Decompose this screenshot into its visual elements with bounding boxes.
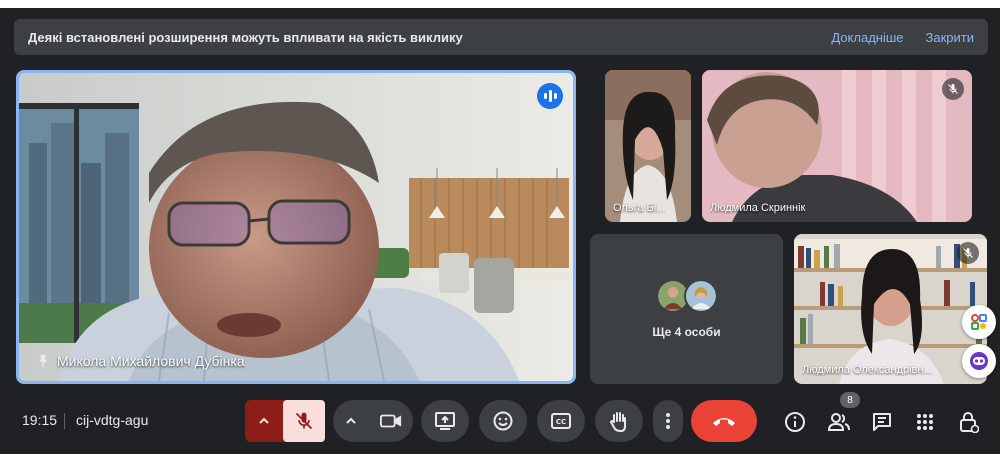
apps-grid-icon — [917, 414, 933, 430]
mic-off-icon — [295, 412, 313, 430]
raise-hand-icon — [609, 412, 626, 432]
chat-button[interactable] — [868, 408, 896, 436]
camera-toggle-button[interactable] — [369, 400, 413, 442]
emoji-icon — [493, 411, 513, 431]
present-screen-button[interactable] — [421, 400, 469, 442]
captions-button[interactable]: CC — [537, 400, 585, 442]
participant-tile-olga[interactable]: Ольга Бі... — [605, 70, 691, 222]
participant-tile-lyudmyla-oleksandrivna[interactable]: Людмила Олександрівн... — [794, 234, 987, 384]
others-avatars — [655, 279, 718, 313]
participant-count-badge: 8 — [840, 392, 860, 408]
camera-options-button[interactable] — [333, 400, 369, 442]
emoji-reaction-button[interactable] — [479, 400, 527, 442]
audio-level-icon — [537, 83, 563, 109]
host-controls-button[interactable] — [955, 408, 983, 436]
activities-button[interactable] — [911, 408, 939, 436]
chevron-up-icon — [346, 417, 356, 424]
chevron-up-icon — [259, 417, 269, 424]
mic-off-icon — [942, 78, 964, 100]
mic-options-button[interactable] — [245, 400, 283, 442]
extensions-warning-banner: Деякі встановлені розширення можуть впли… — [14, 19, 988, 55]
more-participants-tile[interactable]: Ще 4 особи — [590, 234, 783, 384]
extension-grid-icon[interactable] — [962, 305, 996, 339]
participant-name-lyudmyla-oleksandrivna: Людмила Олександрівн... — [802, 364, 933, 376]
top-strip — [0, 0, 1000, 8]
pin-icon — [39, 355, 47, 367]
assistant-bot-icon[interactable] — [962, 344, 996, 378]
more-participants-label: Ще 4 особи — [652, 325, 721, 339]
people-button[interactable] — [825, 408, 853, 436]
banner-details-link[interactable]: Докладніше — [831, 30, 903, 45]
call-end-icon — [713, 418, 735, 426]
present-screen-icon — [435, 412, 455, 430]
closed-captions-icon: CC — [551, 413, 571, 429]
info-icon — [785, 412, 805, 432]
banner-message: Деякі встановлені розширення можуть впли… — [28, 29, 463, 45]
participant-video-lyudmyla-skrynnik — [702, 70, 972, 222]
meeting-code: cij-vdtg-agu — [76, 412, 149, 428]
host-controls-icon — [960, 412, 979, 433]
clock-time: 19:15 — [22, 412, 58, 428]
avatar — [683, 279, 718, 313]
meeting-info-button[interactable] — [781, 408, 809, 436]
leave-call-button[interactable] — [691, 400, 757, 442]
videocam-icon — [380, 414, 402, 428]
participant-name-lyudmyla-skrynnik: Людмила Скриннік — [710, 202, 806, 214]
main-speaker-video — [19, 73, 573, 381]
mic-off-icon — [957, 242, 979, 264]
people-icon — [827, 413, 850, 431]
chat-icon — [873, 413, 891, 431]
divider — [64, 413, 65, 429]
mic-toggle-button[interactable] — [283, 400, 325, 442]
participant-name-olga: Ольга Бі... — [613, 202, 666, 214]
main-speaker-name-label: Микола Михайлович Дубінка — [37, 353, 245, 369]
camera-control-group — [333, 400, 413, 442]
mic-control-group — [245, 400, 325, 442]
participant-video-olga — [605, 70, 691, 222]
svg-text:CC: CC — [556, 418, 566, 426]
participant-tile-lyudmyla-skrynnik[interactable]: Людмила Скриннік — [702, 70, 972, 222]
banner-close-link[interactable]: Закрити — [926, 30, 974, 45]
main-speaker-name: Микола Михайлович Дубінка — [57, 353, 245, 369]
more-vert-icon — [666, 413, 670, 429]
raise-hand-button[interactable] — [595, 400, 643, 442]
main-speaker-tile[interactable]: Микола Михайлович Дубінка — [16, 70, 576, 384]
more-options-button[interactable] — [653, 400, 683, 442]
